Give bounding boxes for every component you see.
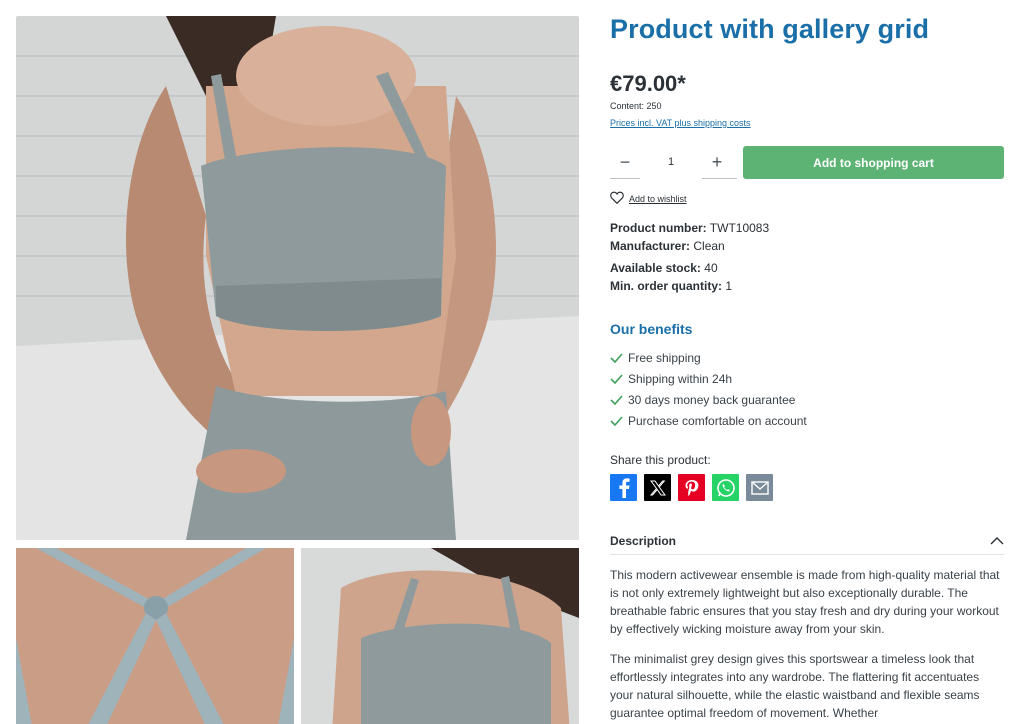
- chevron-up-icon: [990, 532, 1004, 550]
- benefit-item: Free shipping: [610, 347, 807, 368]
- share-buttons: [610, 474, 773, 501]
- heart-icon: [610, 191, 624, 206]
- benefits-title: Our benefits: [610, 321, 693, 337]
- quantity-plus-button[interactable]: +: [702, 146, 732, 179]
- product-image-thumb-back[interactable]: [16, 548, 294, 724]
- benefits-list: Free shipping Shipping within 24h 30 day…: [610, 347, 807, 431]
- share-label: Share this product:: [610, 453, 711, 467]
- prop-product-number: Product number: TWT10083: [610, 221, 770, 235]
- product-properties: Product number: TWT10083 Manufacturer: C…: [610, 219, 769, 295]
- benefit-item: Shipping within 24h: [610, 368, 807, 389]
- product-image-thumb-front[interactable]: [301, 548, 579, 724]
- add-to-wishlist-link[interactable]: Add to wishlist: [610, 191, 687, 206]
- checkmark-icon: [610, 415, 628, 426]
- description-paragraph-1: This modern activewear ensemble is made …: [610, 568, 1000, 636]
- prop-available-stock: Available stock: 40: [610, 261, 718, 275]
- checkmark-icon: [610, 394, 628, 405]
- checkmark-icon: [610, 352, 628, 363]
- benefit-item: Purchase comfortable on account: [610, 410, 807, 431]
- quantity-minus-button[interactable]: −: [610, 146, 640, 179]
- product-price: €79.00*: [610, 71, 686, 96]
- tax-shipping-link[interactable]: Prices incl. VAT plus shipping costs: [610, 118, 751, 128]
- whatsapp-icon[interactable]: [712, 474, 739, 501]
- quantity-input[interactable]: [640, 145, 702, 179]
- product-title: Product with gallery grid: [610, 14, 930, 44]
- prop-manufacturer: Manufacturer: Clean: [610, 239, 725, 253]
- prop-min-order-quantity: Min. order quantity: 1: [610, 279, 733, 293]
- checkmark-icon: [610, 373, 628, 384]
- quantity-stepper: − +: [610, 145, 737, 179]
- product-image-main[interactable]: [16, 16, 579, 540]
- facebook-icon[interactable]: [610, 474, 637, 501]
- mail-icon[interactable]: [746, 474, 773, 501]
- wishlist-label: Add to wishlist: [629, 193, 687, 204]
- product-content: Content: 250: [610, 101, 662, 111]
- description-paragraph-2: The minimalist grey design gives this sp…: [610, 652, 980, 720]
- description-toggle[interactable]: Description: [610, 527, 1004, 555]
- add-to-cart-button[interactable]: Add to shopping cart: [743, 146, 1004, 179]
- x-icon[interactable]: [644, 474, 671, 501]
- pinterest-icon[interactable]: [678, 474, 705, 501]
- description-body: This modern activewear ensemble is made …: [610, 566, 1004, 724]
- description-header: Description: [610, 533, 677, 548]
- benefit-item: 30 days money back guarantee: [610, 389, 807, 410]
